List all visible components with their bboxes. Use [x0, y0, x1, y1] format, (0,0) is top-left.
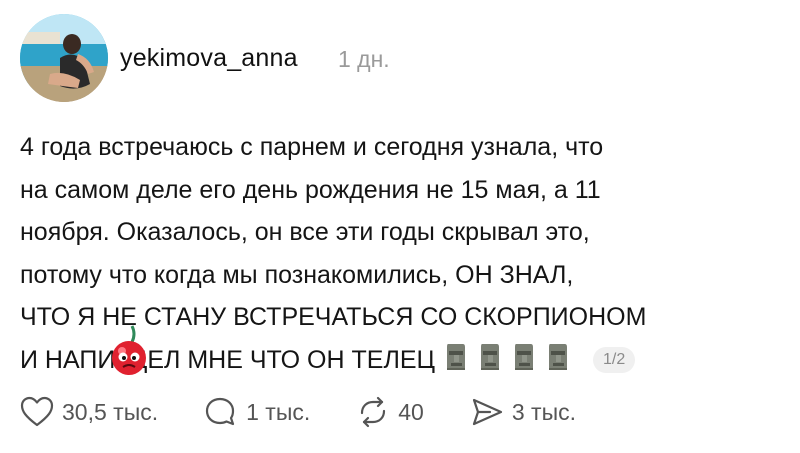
repost-button[interactable]: 40: [356, 396, 424, 428]
post-text-line: 4 года встречаюсь с парнем и сегодня узн…: [20, 133, 604, 161]
cherry-sticker-icon: [106, 324, 152, 378]
post-text-line: ноября. Оказалось, он все эти годы скрыв…: [20, 218, 590, 246]
moai-emoji-icon: [477, 342, 503, 372]
comment-count: 1 тыс.: [246, 398, 311, 425]
like-button[interactable]: 30,5 тыс.: [20, 396, 158, 428]
post-time: 1 дн.: [338, 46, 390, 72]
username[interactable]: yekimova_anna: [120, 44, 298, 73]
avatar[interactable]: [20, 14, 108, 102]
moai-emoji-icon: [545, 342, 571, 372]
share-button[interactable]: 3 тыс.: [470, 396, 576, 428]
image-pager-badge[interactable]: 1/2: [593, 346, 636, 373]
share-count: 3 тыс.: [511, 398, 576, 425]
post-text-line: на самом деле его день рождения не 15 ма…: [20, 175, 601, 204]
comment-icon: [206, 397, 235, 426]
action-bar: 30,5 тыс. 1 тыс. 40 3 тыс.: [20, 392, 622, 432]
post-card: yekimova_anna 1 дн. 4 года встречаюсь с …: [0, 0, 800, 453]
post-text-line: потому что когда мы познакомились, ОН ЗН…: [20, 260, 574, 289]
repost-count: 40: [398, 398, 424, 425]
comment-button[interactable]: 1 тыс.: [204, 396, 310, 428]
repost-icon: [361, 396, 386, 428]
post-text-line: И НАПИЗДЕЛ МНЕ ЧТО ОН ТЕЛЕЦ: [20, 345, 436, 374]
moai-emoji-icon: [443, 342, 469, 372]
send-icon: [472, 398, 502, 426]
heart-icon: [20, 396, 54, 427]
moai-emoji-icon: [511, 342, 537, 372]
like-count: 30,5 тыс.: [62, 398, 159, 425]
